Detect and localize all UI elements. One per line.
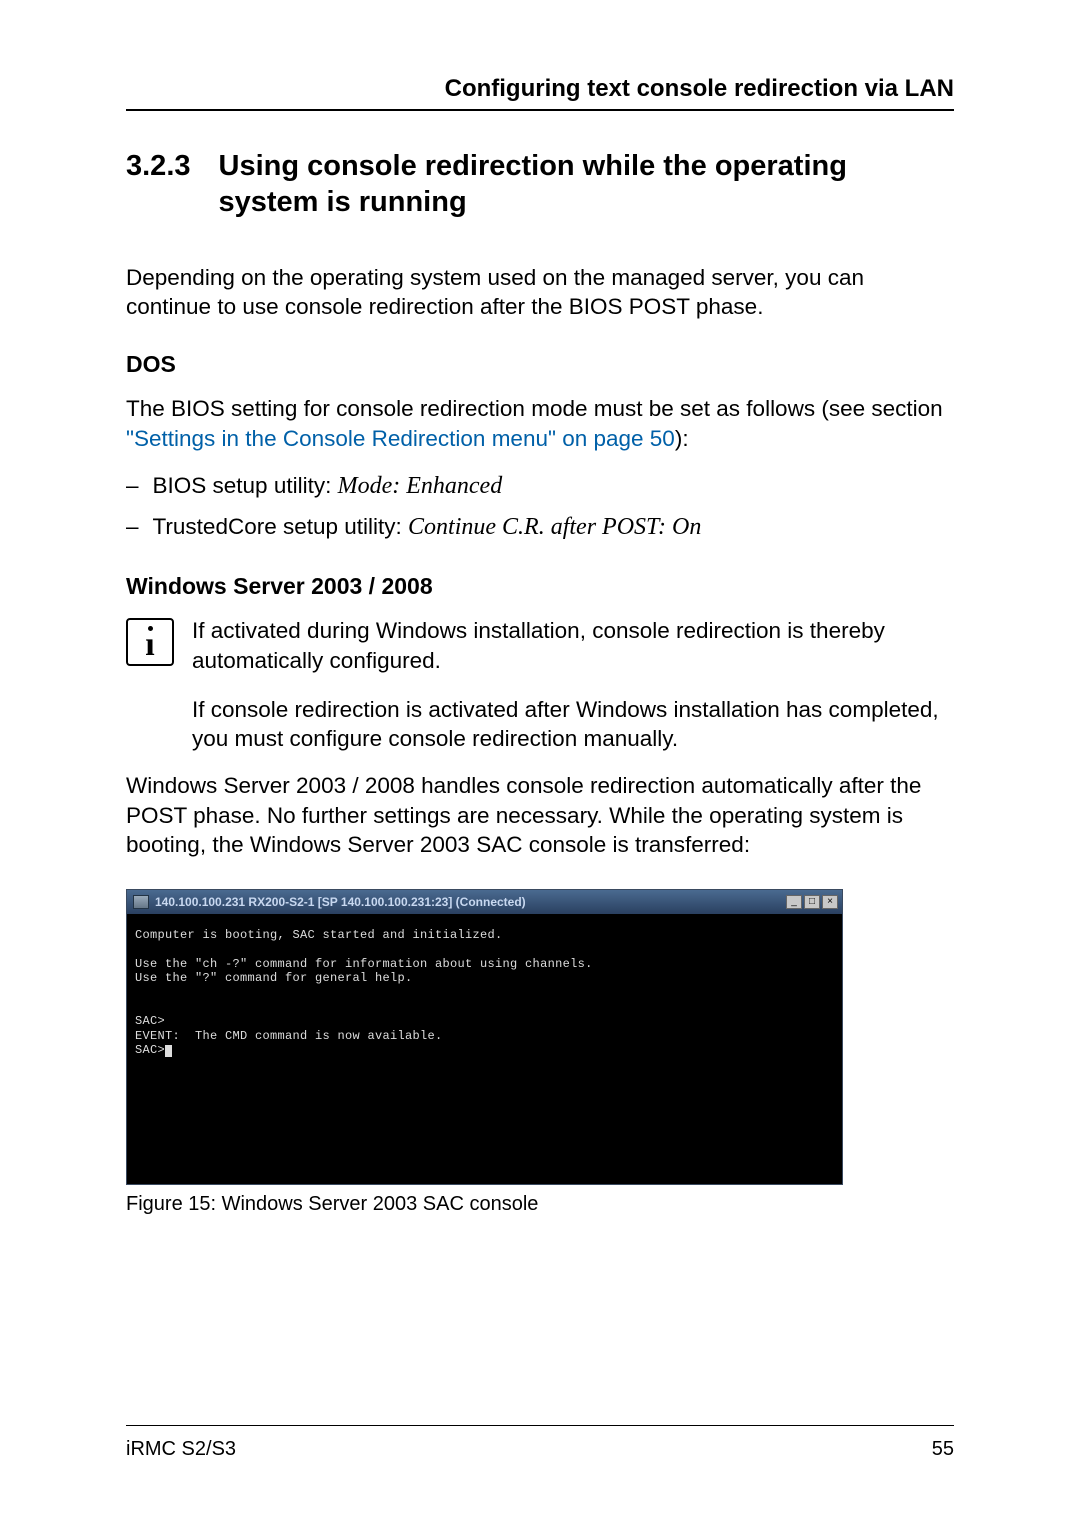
document-page: Configuring text console redirection via… (0, 0, 1080, 1526)
section-number: 3.2.3 (126, 149, 191, 221)
footer-page-number: 55 (932, 1438, 954, 1461)
intro-paragraph: Depending on the operating system used o… (126, 263, 954, 322)
list-item: TrustedCore setup utility: Continue C.R.… (126, 512, 954, 543)
window-buttons: _ □ × (786, 895, 838, 909)
console-line: EVENT: The CMD command is now available. (135, 1029, 443, 1043)
running-header: Configuring text console redirection via… (126, 75, 954, 111)
bullet-prefix: BIOS setup utility: (153, 473, 338, 498)
dos-para-prefix: The BIOS setting for console redirection… (126, 396, 943, 421)
maximize-button[interactable]: □ (804, 895, 820, 909)
list-item: BIOS setup utility: Mode: Enhanced (126, 471, 954, 502)
windows-heading: Windows Server 2003 / 2008 (126, 573, 954, 600)
console-line: Computer is booting, SAC started and ini… (135, 928, 503, 942)
console-title: 140.100.100.231 RX200-S2-1 [SP 140.100.1… (155, 895, 526, 909)
dos-para-suffix: ): (675, 426, 689, 451)
info-note: ı If activated during Windows installati… (126, 616, 954, 753)
console-line: Use the "ch -?" command for information … (135, 957, 593, 971)
close-button[interactable]: × (822, 895, 838, 909)
footer-left: iRMC S2/S3 (126, 1438, 236, 1461)
console-prompt: SAC> (135, 1014, 165, 1028)
cursor-icon (165, 1045, 172, 1057)
bullet-italic: Mode: Enhanced (338, 473, 503, 499)
bullet-prefix: TrustedCore setup utility: (153, 514, 409, 539)
telnet-icon (133, 895, 149, 909)
console-line: Use the "?" command for general help. (135, 971, 413, 985)
dos-heading: DOS (126, 351, 954, 378)
windows-body-paragraph: Windows Server 2003 / 2008 handles conso… (126, 771, 954, 859)
xref-link[interactable]: "Settings in the Console Redirection men… (126, 426, 675, 451)
console-output: Computer is booting, SAC started and ini… (127, 914, 842, 1184)
dos-bullet-list: BIOS setup utility: Mode: Enhanced Trust… (126, 471, 954, 543)
figure-caption: Figure 15: Windows Server 2003 SAC conso… (126, 1193, 954, 1216)
section-heading: 3.2.3 Using console redirection while th… (126, 149, 954, 221)
console-screenshot: 140.100.100.231 RX200-S2-1 [SP 140.100.1… (126, 889, 843, 1185)
console-titlebar: 140.100.100.231 RX200-S2-1 [SP 140.100.1… (127, 890, 842, 914)
section-title: Using console redirection while the oper… (219, 149, 955, 221)
info-paragraph-1: If activated during Windows installation… (192, 616, 954, 675)
info-paragraph-2: If console redirection is activated afte… (192, 695, 954, 754)
dos-paragraph: The BIOS setting for console redirection… (126, 394, 954, 453)
bullet-italic: Continue C.R. after POST: On (408, 514, 701, 540)
minimize-button[interactable]: _ (786, 895, 802, 909)
page-footer: iRMC S2/S3 55 (126, 1425, 954, 1461)
info-text: If activated during Windows installation… (192, 616, 954, 753)
console-prompt: SAC> (135, 1043, 165, 1057)
info-icon: ı (126, 618, 174, 666)
